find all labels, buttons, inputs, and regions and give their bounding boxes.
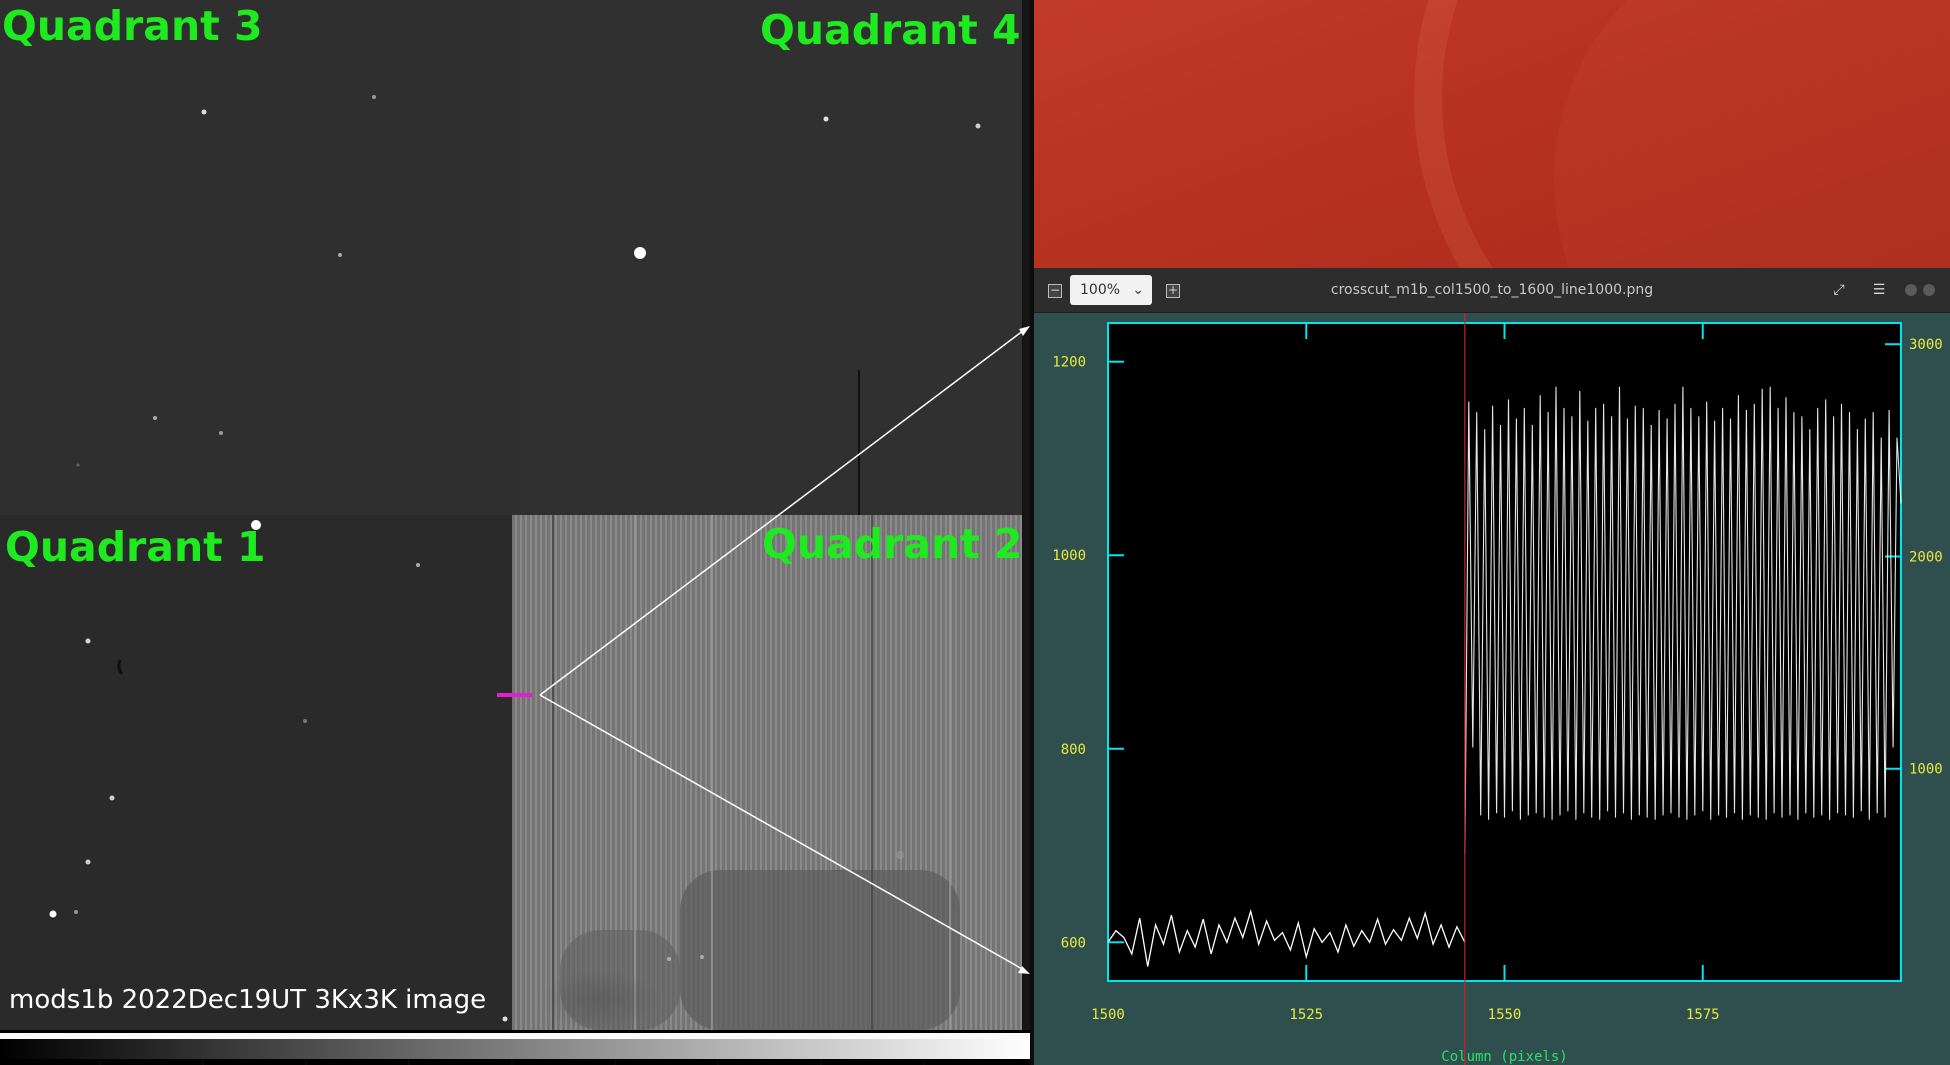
x-tick-label: 1525 bbox=[1289, 1007, 1323, 1023]
desktop-wallpaper bbox=[1034, 0, 1950, 268]
image-display-panel[interactable]: Quadrant 3 Quadrant 4 Quadrant 1 Quadran… bbox=[0, 0, 1030, 1065]
x-tick-label: 1500 bbox=[1091, 1007, 1125, 1023]
star bbox=[667, 957, 671, 961]
expand-icon: ⤢ bbox=[1833, 282, 1845, 298]
star bbox=[700, 955, 704, 959]
star bbox=[338, 253, 342, 257]
zoom-out-button[interactable]: − bbox=[1044, 279, 1066, 301]
star bbox=[85, 859, 91, 865]
image-viewer-window: − 100% ⌄ + crosscut_m1b_col1500_to_1600_… bbox=[1034, 268, 1950, 1065]
star bbox=[201, 109, 207, 115]
star bbox=[975, 123, 981, 129]
star bbox=[634, 247, 646, 259]
quadrant-1-label: Quadrant 1 bbox=[5, 523, 266, 571]
minus-icon: − bbox=[1048, 283, 1062, 298]
star bbox=[153, 416, 157, 420]
y-tick-label-left: 1000 bbox=[1052, 548, 1086, 564]
y-tick-label-right: 2000 bbox=[1909, 549, 1943, 565]
colorbar bbox=[0, 1033, 1030, 1065]
star bbox=[76, 463, 80, 467]
star bbox=[109, 795, 115, 801]
viewer-header-bar: − 100% ⌄ + crosscut_m1b_col1500_to_1600_… bbox=[1034, 268, 1950, 313]
close-button[interactable] bbox=[1923, 284, 1935, 296]
zoom-level-select[interactable]: 100% ⌄ bbox=[1070, 275, 1152, 305]
quadrant-3-label: Quadrant 3 bbox=[2, 2, 263, 50]
y-tick-label-left: 1200 bbox=[1052, 355, 1086, 371]
zoom-level-value: 100% bbox=[1080, 282, 1121, 298]
quadrant-4-label: Quadrant 4 bbox=[760, 6, 1021, 54]
y-tick-label-right: 1000 bbox=[1909, 762, 1943, 778]
fullscreen-button[interactable]: ⤢ bbox=[1828, 279, 1850, 301]
star bbox=[416, 563, 420, 567]
zoom-in-button[interactable]: + bbox=[1162, 279, 1184, 301]
chevron-down-icon: ⌄ bbox=[1132, 282, 1144, 298]
quadrant-1-region bbox=[0, 515, 512, 1030]
right-edge-shadow bbox=[1022, 0, 1030, 1030]
y-tick-label-left: 600 bbox=[1061, 935, 1086, 951]
x-tick-label: 1550 bbox=[1488, 1007, 1522, 1023]
quadrant-2-label: Quadrant 2 bbox=[762, 520, 1023, 568]
star bbox=[896, 851, 904, 859]
star bbox=[502, 1016, 508, 1022]
image-caption: mods1b 2022Dec19UT 3Kx3K image bbox=[9, 985, 487, 1015]
y-tick-label-left: 800 bbox=[1061, 742, 1086, 758]
quadrant-4-region bbox=[515, 0, 1027, 515]
quadrant-3-region bbox=[0, 0, 515, 515]
plus-icon: + bbox=[1166, 283, 1180, 298]
hamburger-menu-icon: ☰ bbox=[1872, 282, 1886, 298]
menu-button[interactable]: ☰ bbox=[1868, 279, 1890, 301]
star bbox=[823, 116, 829, 122]
fits-image[interactable] bbox=[0, 0, 1030, 1030]
x-axis-label: Column (pixels) bbox=[1441, 1049, 1567, 1065]
y-tick-label-right: 3000 bbox=[1909, 337, 1943, 353]
quadrant-2-dark-feature bbox=[680, 870, 960, 1030]
plot-frame bbox=[1107, 322, 1902, 982]
star bbox=[303, 719, 307, 723]
crosscut-plot: 1500 1525 1550 1575 600 800 1000 1200 1000 2000 30… bbox=[1034, 313, 1950, 1065]
star bbox=[372, 95, 376, 99]
star bbox=[85, 638, 91, 644]
star bbox=[219, 431, 223, 435]
bottom-haze bbox=[540, 970, 660, 1030]
star bbox=[49, 910, 57, 918]
minimize-button[interactable] bbox=[1905, 284, 1917, 296]
star bbox=[74, 910, 78, 914]
x-tick-label: 1575 bbox=[1686, 1007, 1720, 1023]
